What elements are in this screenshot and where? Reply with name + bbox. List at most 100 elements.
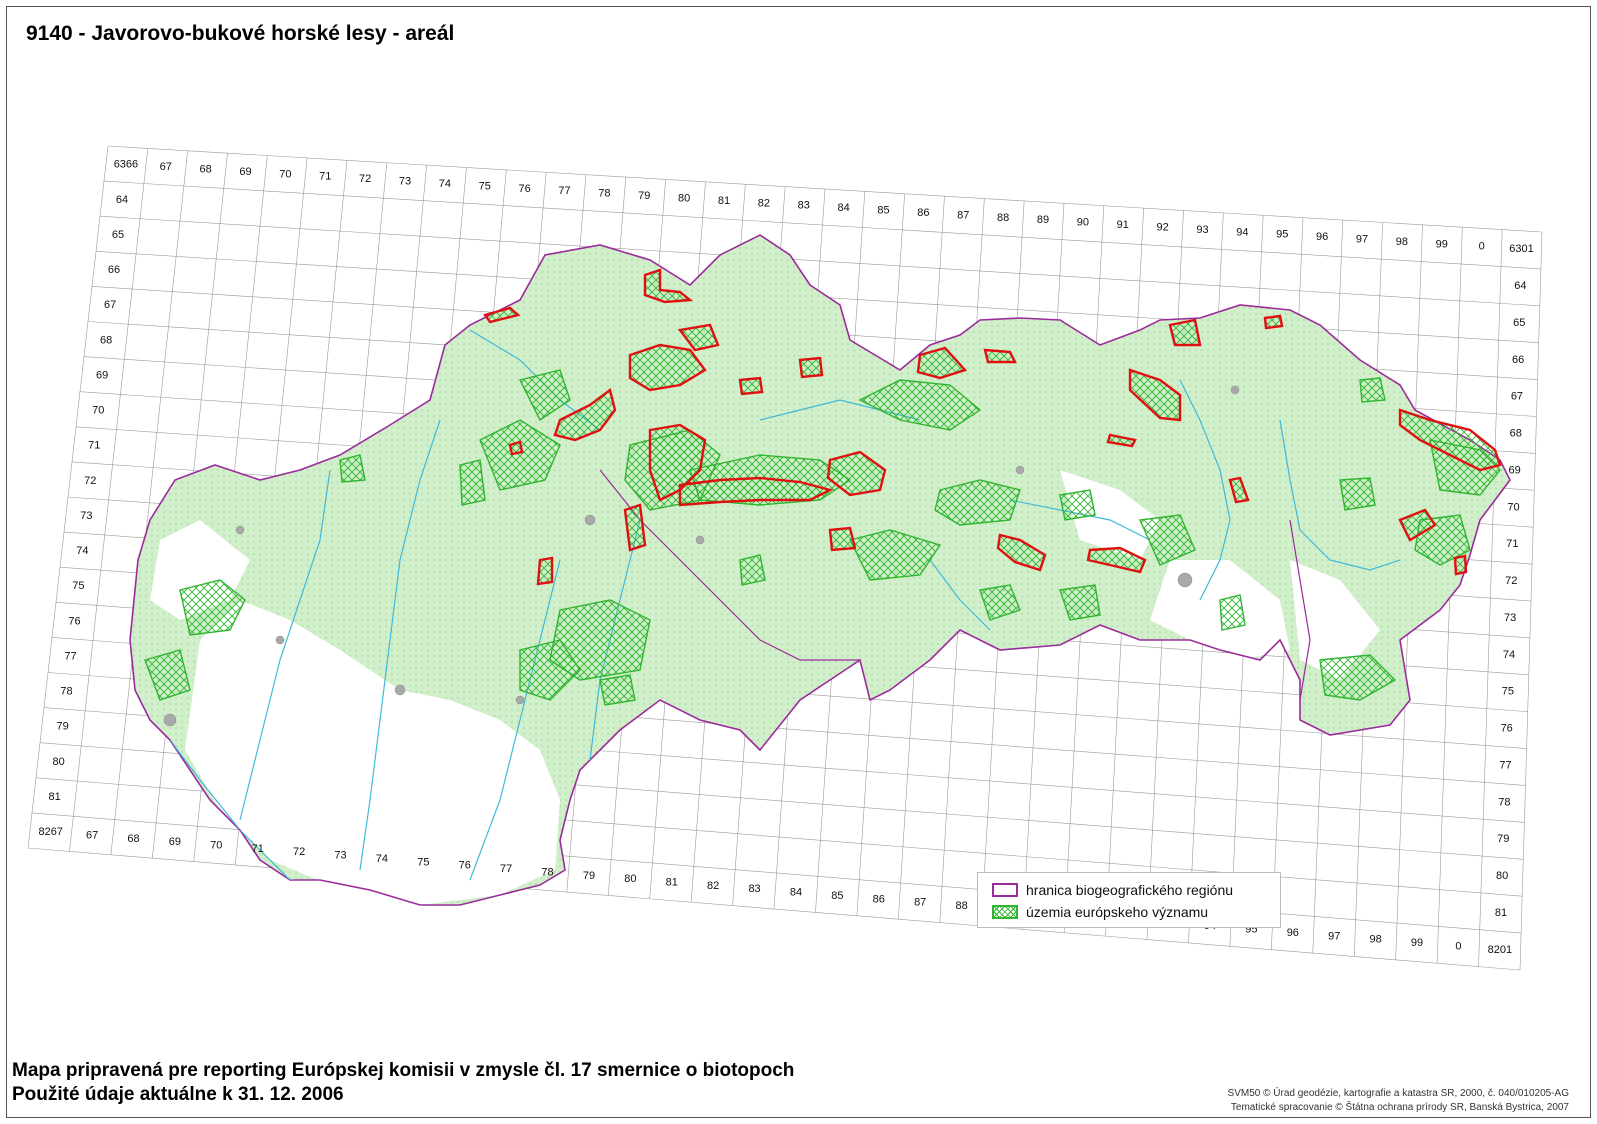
legend-item-region-border: hranica biogeografického regiónu <box>992 881 1233 899</box>
grid-line-horizontal <box>103 180 1541 270</box>
grid-label-left: 69 <box>96 369 108 381</box>
grid-label-bottom: 76 <box>459 860 471 872</box>
grid-label-top: 94 <box>1236 226 1248 238</box>
grid-label-bottom: 79 <box>583 870 595 882</box>
grid-label-top: 87 <box>957 209 969 221</box>
grid-label-right: 70 <box>1507 501 1519 513</box>
grid-label-bottom: 87 <box>914 897 926 909</box>
grid-label-left: 65 <box>112 229 124 241</box>
grid-label-top: 89 <box>1037 214 1049 226</box>
grid-label-right: 73 <box>1504 612 1516 624</box>
grid-label-left: 68 <box>100 334 112 346</box>
grid-label-bottom: 85 <box>831 890 843 902</box>
slovakia-territory <box>129 234 1511 906</box>
grid-label-bottom: 77 <box>500 863 512 875</box>
grid-label-right: 75 <box>1502 686 1514 698</box>
grid-label-right: 66 <box>1512 354 1524 366</box>
grid-label-left: 67 <box>104 299 116 311</box>
grid-label-top: 93 <box>1196 224 1208 236</box>
grid-label-right: 71 <box>1506 538 1518 550</box>
grid-label-left: 75 <box>72 580 84 592</box>
grid-label-top: 6366 <box>114 159 138 171</box>
grid-label-left: 66 <box>108 264 120 276</box>
grid-label-bottom: 97 <box>1328 930 1340 942</box>
grid-label-top: 88 <box>997 212 1009 224</box>
grid-label-left: 64 <box>116 194 128 206</box>
grid-label-top: 71 <box>319 171 331 183</box>
grid-label-bottom: 80 <box>624 873 636 885</box>
grid-label-top: 82 <box>758 197 770 209</box>
legend-item-european-sites: územia európskeho významu <box>992 903 1208 921</box>
grid-label-right: 80 <box>1496 870 1508 882</box>
legend-label: územia európskeho významu <box>1026 904 1209 920</box>
grid-label-top: 70 <box>279 168 291 180</box>
map-canvas: 6366 67 68 69 70 71 72 73 74 75 76 77 78 79 80 81 82 83 84… <box>27 145 1543 971</box>
grid-label-right: 72 <box>1505 575 1517 587</box>
grid-label-top: 74 <box>439 178 451 190</box>
grid-label-top: 91 <box>1117 219 1129 231</box>
grid-label-left: 71 <box>88 440 100 452</box>
grid-label-right: 64 <box>1514 280 1526 292</box>
map-legend: hranica biogeografického regiónu územia … <box>977 872 1281 928</box>
grid-label-bottom: 0 <box>1455 940 1461 952</box>
grid-label-bottom: 82 <box>707 880 719 892</box>
grid-label-right: 76 <box>1501 723 1513 735</box>
grid-label-bottom: 81 <box>666 876 678 888</box>
grid-label-top: 69 <box>239 166 251 178</box>
grid-label-top: 86 <box>917 207 929 219</box>
grid-line-horizontal <box>107 145 1543 233</box>
footer-line-1: Mapa pripravená pre reporting Európskej … <box>12 1060 795 1081</box>
grid-label-bottom: 75 <box>417 856 429 868</box>
grid-label-top: 67 <box>160 161 172 173</box>
legend-label: hranica biogeografického regiónu <box>1026 882 1234 898</box>
credits-line-2: Tematické spracovanie © Štátna ochrana p… <box>1230 1102 1569 1113</box>
grid-label-left: 79 <box>56 721 68 733</box>
grid-label-bottom: 73 <box>334 850 346 862</box>
grid-label-right: 78 <box>1498 796 1510 808</box>
grid-label-top: 78 <box>598 188 610 200</box>
grid-label-bottom: 84 <box>790 887 802 899</box>
grid-label-left: 78 <box>60 686 72 698</box>
grid-label-left: 77 <box>64 650 76 662</box>
grid-label-left: 76 <box>68 615 80 627</box>
grid-label-bottom: 71 <box>252 843 264 855</box>
grid-label-right: 67 <box>1511 391 1523 403</box>
grid-label-top: 95 <box>1276 229 1288 241</box>
grid-label-bottom: 8201 <box>1488 944 1512 956</box>
grid-label-top: 99 <box>1436 238 1448 250</box>
grid-label-left: 80 <box>52 756 64 768</box>
grid-line-horizontal <box>27 847 1521 971</box>
grid-label-right: 69 <box>1509 464 1521 476</box>
grid-label-right: 68 <box>1510 428 1522 440</box>
grid-label-bottom: 68 <box>127 833 139 845</box>
grid-label-top: 81 <box>718 195 730 207</box>
grid-label-right: 77 <box>1499 759 1511 771</box>
grid-label-bottom: 67 <box>86 829 98 841</box>
region-border-swatch <box>992 883 1018 897</box>
grid-label-right: 65 <box>1513 317 1525 329</box>
grid-label-top: 83 <box>798 200 810 212</box>
grid-label-top: 96 <box>1316 231 1328 243</box>
grid-label-bottom: 8267 <box>38 826 62 838</box>
credits-line-1: SVM50 © Úrad geodézie, kartografie a kat… <box>1227 1088 1569 1099</box>
grid-label-top: 68 <box>200 163 212 175</box>
grid-label-left: 74 <box>76 545 88 557</box>
grid-label-bottom: 98 <box>1370 934 1382 946</box>
footer-line-2: Použité údaje aktuálne k 31. 12. 2006 <box>12 1084 344 1105</box>
grid-label-top: 76 <box>519 183 531 195</box>
grid-label-bottom: 72 <box>293 846 305 858</box>
grid-label-top: 72 <box>359 173 371 185</box>
grid-label-bottom: 70 <box>210 839 222 851</box>
grid-label-right: 79 <box>1497 833 1509 845</box>
grid-label-left: 73 <box>80 510 92 522</box>
grid-label-bottom: 74 <box>376 853 388 865</box>
european-sites-swatch <box>992 905 1018 919</box>
grid-label-bottom: 83 <box>748 883 760 895</box>
grid-label-right: 74 <box>1503 649 1515 661</box>
grid-label-left: 81 <box>49 791 61 803</box>
grid-label-top: 75 <box>479 180 491 192</box>
grid-label-left: 72 <box>84 475 96 487</box>
grid-label-top: 79 <box>638 190 650 202</box>
grid-label-bottom: 88 <box>955 900 967 912</box>
grid-label-top: 6301 <box>1509 243 1533 255</box>
